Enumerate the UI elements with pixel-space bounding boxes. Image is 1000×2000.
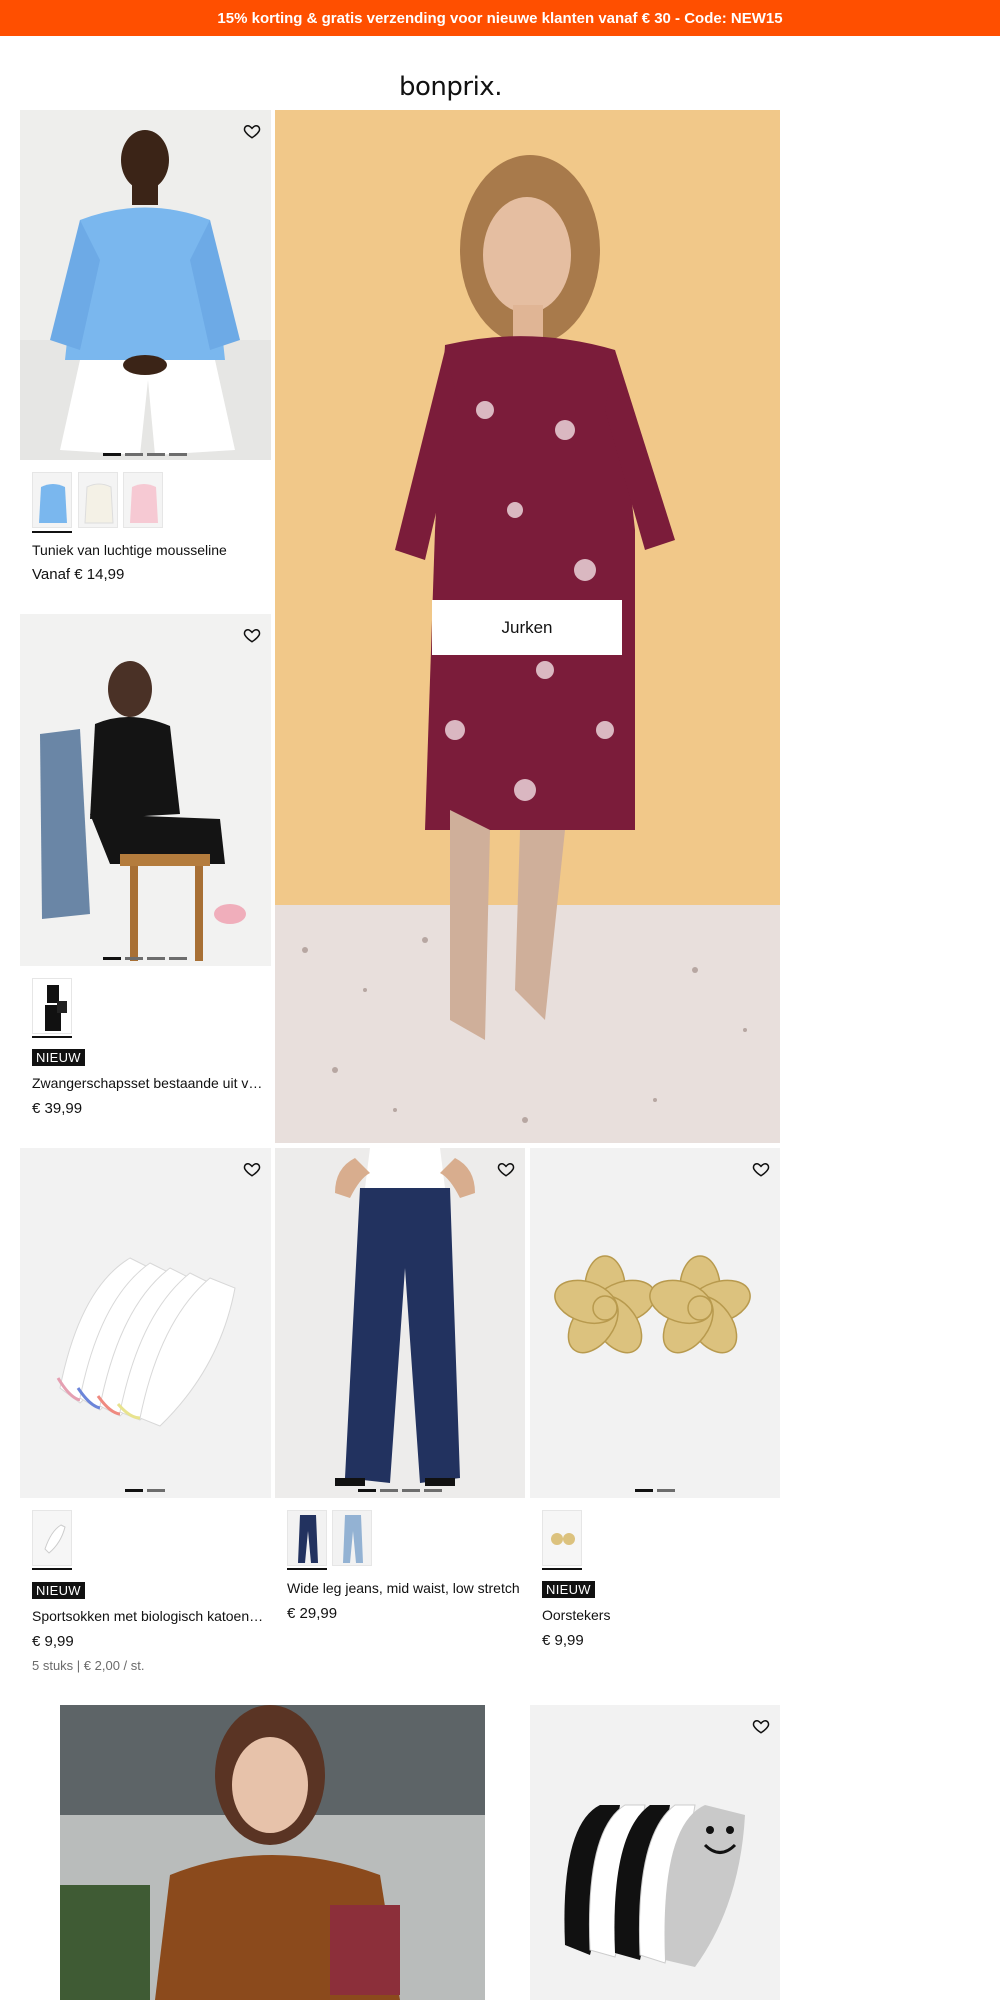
carousel-dot[interactable] — [125, 453, 143, 456]
selected-swatch-indicator — [32, 531, 72, 533]
carousel-dot[interactable] — [380, 1489, 398, 1492]
color-swatch-dark-denim[interactable] — [287, 1510, 327, 1566]
product-name[interactable]: Zwangerschapsset bestaande uit v… — [32, 1075, 267, 1091]
carousel-dot[interactable] — [402, 1489, 420, 1492]
editorial-image-knitwear[interactable] — [60, 1705, 485, 2000]
image-carousel-dots[interactable] — [103, 453, 187, 456]
carousel-dot[interactable] — [147, 957, 165, 960]
pack-info: 5 stuks | € 2,00 / st. — [32, 1658, 145, 1673]
carousel-dot[interactable] — [125, 957, 143, 960]
carousel-dot[interactable] — [424, 1489, 442, 1492]
carousel-dot[interactable] — [147, 453, 165, 456]
color-swatch-cream[interactable] — [78, 472, 118, 528]
image-carousel-dots[interactable] — [125, 1489, 165, 1492]
wishlist-heart-icon[interactable] — [495, 1158, 517, 1180]
color-swatch-gold[interactable] — [542, 1510, 582, 1566]
product-image-jeans[interactable] — [275, 1148, 525, 1498]
carousel-dot[interactable] — [147, 1489, 165, 1492]
carousel-dot[interactable] — [358, 1489, 376, 1492]
new-badge: NIEUW — [32, 1049, 85, 1066]
color-swatch-pink[interactable] — [123, 472, 163, 528]
product-image-tuniek[interactable] — [20, 110, 271, 460]
product-price: € 29,99 — [287, 1605, 338, 1622]
product-name[interactable]: Sportsokken met biologisch katoen… — [32, 1608, 267, 1624]
product-name[interactable]: Wide leg jeans, mid waist, low stretch — [287, 1580, 522, 1596]
product-price: € 39,99 — [32, 1100, 83, 1117]
hero-dress-image[interactable]: Jurken — [275, 110, 780, 1143]
product-image-zwangerschapsset[interactable] — [20, 614, 271, 966]
color-swatch-light-denim[interactable] — [332, 1510, 372, 1566]
product-image-smiley-socks[interactable] — [530, 1705, 780, 2000]
carousel-dot[interactable] — [103, 957, 121, 960]
selected-swatch-indicator — [32, 1036, 72, 1038]
carousel-dot[interactable] — [103, 453, 121, 456]
image-carousel-dots[interactable] — [635, 1489, 675, 1492]
product-image-sportsokken[interactable] — [20, 1148, 271, 1498]
product-image-oorstekers[interactable] — [530, 1148, 780, 1498]
bonprix-logo[interactable]: bonprix. — [399, 72, 502, 102]
product-price: Vanaf € 14,99 — [32, 566, 125, 583]
color-swatch-white[interactable] — [32, 1510, 72, 1566]
carousel-dot[interactable] — [635, 1489, 653, 1492]
selected-swatch-indicator — [542, 1568, 582, 1570]
product-price: € 9,99 — [542, 1632, 584, 1649]
carousel-dot[interactable] — [657, 1489, 675, 1492]
carousel-dot[interactable] — [169, 453, 187, 456]
product-price: € 9,99 — [32, 1633, 74, 1650]
carousel-dot[interactable] — [125, 1489, 143, 1492]
wishlist-heart-icon[interactable] — [241, 1158, 263, 1180]
product-name[interactable]: Tuniek van luchtige mousseline — [32, 542, 267, 558]
new-badge: NIEUW — [542, 1581, 595, 1598]
carousel-dot[interactable] — [169, 957, 187, 960]
promo-banner[interactable]: 15% korting & gratis verzending voor nie… — [0, 0, 1000, 36]
product-name[interactable]: Oorstekers — [542, 1607, 777, 1623]
color-swatch-blue[interactable] — [32, 472, 72, 528]
selected-swatch-indicator — [287, 1568, 327, 1570]
image-carousel-dots[interactable] — [103, 957, 187, 960]
image-carousel-dots[interactable] — [358, 1489, 442, 1492]
wishlist-heart-icon[interactable] — [750, 1715, 772, 1737]
category-button-jurken[interactable]: Jurken — [432, 600, 622, 655]
promo-banner-text: 15% korting & gratis verzending voor nie… — [217, 9, 783, 27]
selected-swatch-indicator — [32, 1568, 72, 1570]
color-swatch-black[interactable] — [32, 978, 72, 1034]
wishlist-heart-icon[interactable] — [241, 624, 263, 646]
new-badge: NIEUW — [32, 1582, 85, 1599]
wishlist-heart-icon[interactable] — [750, 1158, 772, 1180]
wishlist-heart-icon[interactable] — [241, 120, 263, 142]
